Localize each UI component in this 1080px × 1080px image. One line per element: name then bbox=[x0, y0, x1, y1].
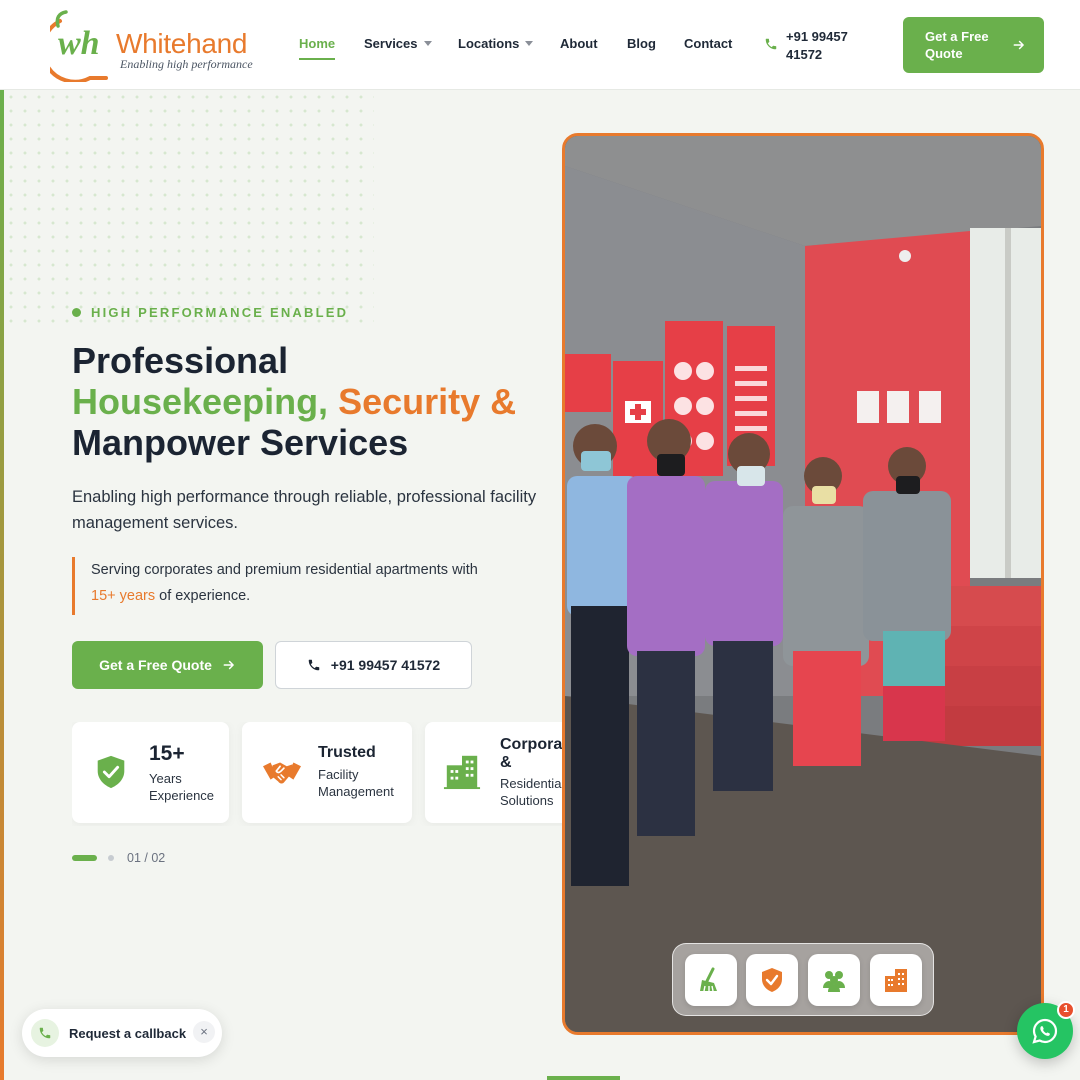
section-indicator bbox=[547, 1076, 620, 1080]
headline-line1: Professional bbox=[72, 340, 289, 381]
feature-subtitle-line2: Management bbox=[318, 784, 394, 799]
quote-before: Serving corporates and premium residenti… bbox=[91, 562, 478, 578]
feature-subtitle: Years Experience bbox=[149, 770, 214, 804]
nav-about[interactable]: About bbox=[560, 36, 598, 51]
hero-call-label: +91 99457 41572 bbox=[330, 657, 441, 673]
dot-pattern bbox=[4, 90, 374, 330]
feature-title: Corporate & bbox=[500, 736, 562, 771]
nav-contact[interactable]: Contact bbox=[684, 36, 732, 51]
feature-subtitle-line1: Years bbox=[149, 771, 182, 786]
quote-after: of experience. bbox=[159, 588, 251, 604]
eyebrow-dot bbox=[72, 308, 81, 317]
nav-services[interactable]: Services bbox=[364, 36, 432, 51]
hero-call-button[interactable]: +91 99457 41572 bbox=[275, 641, 472, 689]
close-icon[interactable]: × bbox=[193, 1021, 215, 1043]
site-header: wh Whitehand Enabling high performance H… bbox=[0, 0, 1080, 90]
hero-headline: Professional Housekeeping, Security & Ma… bbox=[72, 340, 552, 463]
feature-subtitle-line2: Experience bbox=[149, 788, 215, 803]
feature-card-trusted: Trusted Facility Management bbox=[242, 722, 412, 823]
brand-tagline: Enabling high performance bbox=[120, 57, 253, 71]
callback-label: Request a callback bbox=[69, 1026, 187, 1041]
arrow-right-icon bbox=[223, 660, 234, 670]
logo-mark-icon: wh bbox=[50, 10, 108, 82]
feature-subtitle-line1: Facility bbox=[318, 767, 359, 782]
quote-highlight: 15+ years bbox=[91, 588, 156, 604]
security-shield-icon bbox=[762, 968, 782, 992]
notification-badge: 1 bbox=[1057, 1001, 1075, 1019]
nav-services-label: Services bbox=[364, 36, 418, 51]
handshake-icon bbox=[263, 762, 301, 784]
feature-subtitle-line1: Residential bbox=[500, 776, 562, 791]
feature-card-experience: 15+ Years Experience bbox=[72, 722, 229, 823]
nav-blog[interactable]: Blog bbox=[627, 36, 656, 51]
whatsapp-icon bbox=[1032, 1018, 1058, 1044]
header-quote-label: Get a Free Quote bbox=[925, 29, 989, 61]
feature-cards: 15+ Years Experience Trusted Facility Mana… bbox=[72, 722, 562, 826]
brand-name: Whitehand bbox=[116, 28, 248, 59]
nav-locations-label: Locations bbox=[458, 36, 520, 51]
request-callback-widget[interactable]: Request a callback × bbox=[22, 1009, 222, 1057]
building-icon bbox=[443, 755, 481, 790]
service-security-button[interactable] bbox=[746, 954, 798, 1006]
headline-orange: Security & bbox=[338, 381, 517, 422]
header-phone-number: +91 99457 41572 bbox=[786, 29, 848, 62]
feature-subtitle: Residential Solutions bbox=[500, 775, 562, 809]
chevron-down-icon bbox=[525, 41, 534, 46]
hero-eyebrow: HIGH PERFORMANCE ENABLED bbox=[72, 305, 348, 320]
staff-group-photo bbox=[565, 136, 1041, 1032]
pager-dot[interactable] bbox=[108, 855, 114, 861]
svg-text:wh: wh bbox=[58, 25, 100, 62]
feature-title: Trusted bbox=[318, 744, 376, 761]
hero-photo bbox=[562, 133, 1044, 1035]
feature-title: 15+ bbox=[149, 742, 185, 765]
hero-quote-label: Get a Free Quote bbox=[99, 657, 212, 673]
header-quote-button[interactable]: Get a Free Quote bbox=[903, 17, 1044, 73]
service-facility-button[interactable] bbox=[870, 954, 922, 1006]
hero-quote-button[interactable]: Get a Free Quote bbox=[72, 641, 263, 689]
feature-subtitle-line2: Solutions bbox=[500, 793, 554, 808]
pager-count: 01 / 02 bbox=[127, 851, 166, 865]
phone-icon bbox=[765, 38, 777, 50]
slider-pager: 01 / 02 bbox=[72, 851, 165, 865]
headline-line3: Manpower Services bbox=[72, 422, 409, 463]
service-icon-bar bbox=[672, 943, 934, 1016]
nav-home[interactable]: Home bbox=[299, 36, 335, 51]
header-phone-link[interactable]: +91 99457 41572 bbox=[764, 28, 866, 64]
hero-subtext: Enabling high performance through reliab… bbox=[72, 488, 537, 532]
service-manpower-button[interactable] bbox=[808, 954, 860, 1006]
cleaning-icon bbox=[700, 967, 717, 992]
chevron-down-icon bbox=[423, 41, 432, 46]
service-cleaning-button[interactable] bbox=[685, 954, 737, 1006]
hero-quote: Serving corporates and premium residenti… bbox=[72, 557, 542, 615]
shield-check-icon bbox=[97, 755, 125, 789]
phone-icon bbox=[308, 659, 320, 671]
brand-logo[interactable]: wh Whitehand Enabling high performance bbox=[50, 6, 270, 82]
feature-card-corporate: Corporate & Residential Solutions bbox=[425, 722, 562, 823]
phone-call-icon bbox=[31, 1019, 59, 1047]
headline-green: Housekeeping, bbox=[72, 381, 329, 422]
arrow-right-icon bbox=[1013, 40, 1024, 50]
eyebrow-text: HIGH PERFORMANCE ENABLED bbox=[91, 305, 349, 320]
nav-locations[interactable]: Locations bbox=[458, 36, 534, 51]
team-icon bbox=[823, 971, 845, 992]
pager-active-dot[interactable] bbox=[72, 855, 97, 861]
nav-active-underline bbox=[299, 58, 335, 60]
feature-subtitle: Facility Management bbox=[318, 766, 394, 800]
building-icon bbox=[885, 969, 907, 992]
